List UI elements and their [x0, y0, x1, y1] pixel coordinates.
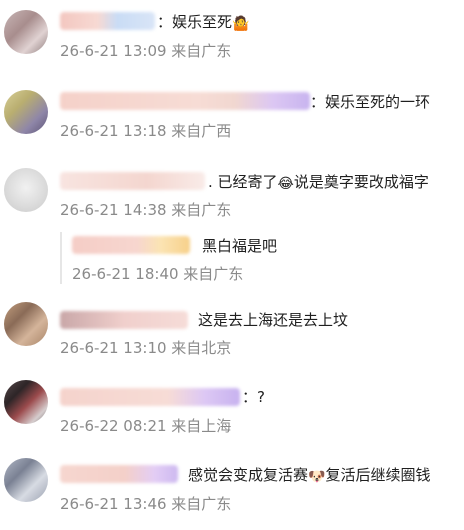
comment-text: ：娱乐至死🤷 — [157, 13, 250, 32]
comment-text: ：? — [242, 388, 265, 406]
username[interactable] — [72, 236, 190, 254]
avatar[interactable] — [4, 90, 48, 134]
avatar[interactable] — [4, 168, 48, 212]
comment-meta: 26-6-21 13:10 来自北京 — [60, 339, 232, 357]
avatar[interactable] — [4, 302, 48, 346]
comment-meta: 26-6-21 13:46 来自广东 — [60, 495, 232, 513]
comment-meta: 26-6-22 08:21 来自上海 — [60, 417, 232, 435]
comment-meta: 26-6-21 13:18 来自广西 — [60, 122, 232, 140]
dog-emoji-icon: 🐶 — [308, 469, 326, 485]
comment-text: ：娱乐至死的一环 — [310, 93, 431, 111]
comment-meta: 26-6-21 13:09 来自广东 — [60, 42, 232, 60]
laughing-tears-emoji-icon: 😂 — [277, 176, 294, 192]
avatar[interactable] — [4, 458, 48, 502]
avatar[interactable] — [4, 380, 48, 424]
username[interactable] — [60, 12, 155, 30]
username[interactable] — [60, 311, 188, 329]
comment-text: . 已经寄了😂说是奠字要改成福字 — [208, 173, 429, 192]
username[interactable] — [60, 465, 178, 483]
reply-indent-bar — [60, 232, 62, 284]
reply-meta: 26-6-21 18:40 来自广东 — [72, 265, 244, 283]
comment-text: 这是去上海还是去上坟 — [198, 311, 349, 329]
shrug-emoji-icon: 🤷 — [232, 16, 250, 32]
reply-text: 黑白福是吧 — [202, 237, 278, 255]
avatar[interactable] — [4, 10, 48, 54]
username[interactable] — [60, 172, 205, 190]
comment-text: 感觉会变成复活赛🐶复活后继续圈钱 — [188, 466, 431, 485]
username[interactable] — [60, 92, 310, 110]
comment-meta: 26-6-21 14:38 来自广东 — [60, 201, 232, 219]
username[interactable] — [60, 388, 240, 406]
